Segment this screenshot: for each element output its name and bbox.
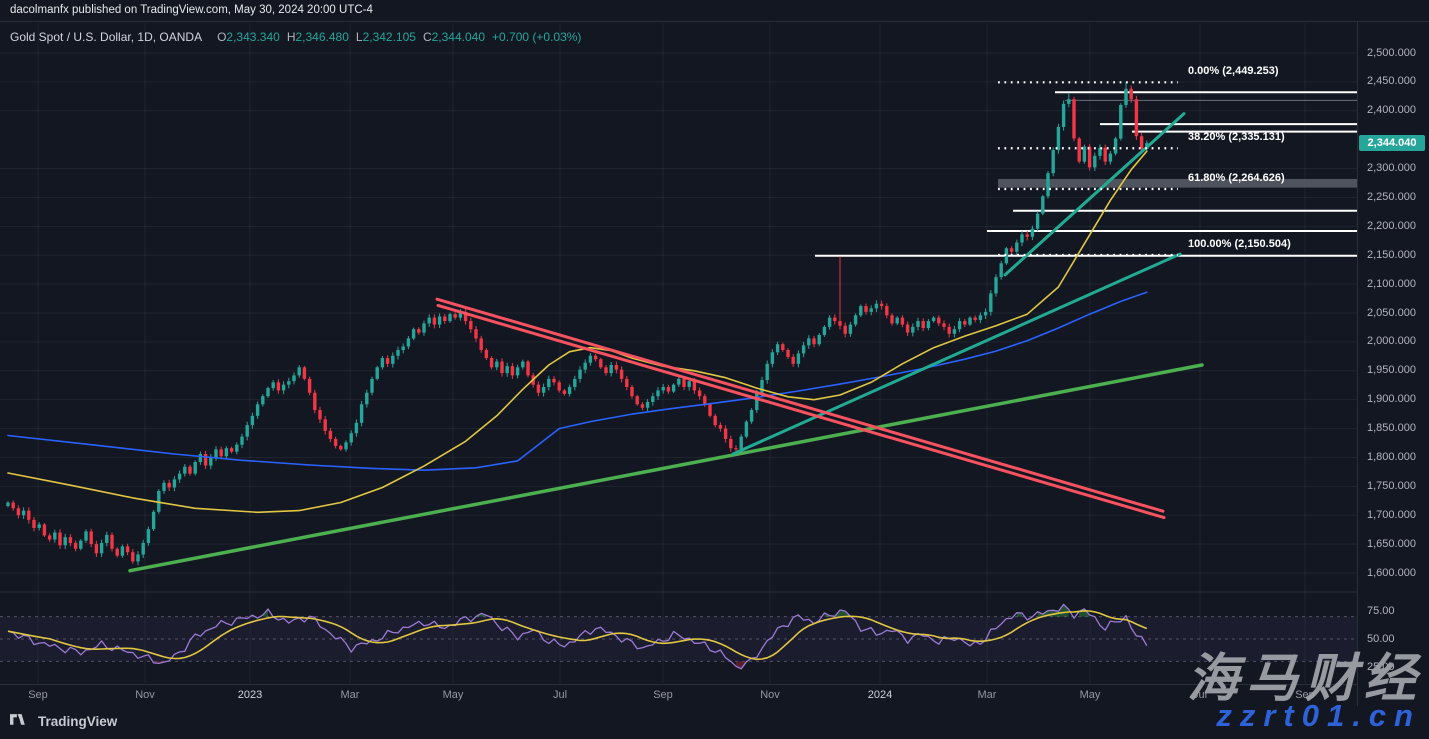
symbol-title: Gold Spot / U.S. Dollar, 1D, OANDA xyxy=(10,30,203,44)
time-axis-month-label: Nov xyxy=(135,689,155,701)
footer-bar: TradingView xyxy=(0,706,1429,739)
fib-label-10000[interactable]: 100.00% (2,150.504) xyxy=(1188,238,1291,250)
time-axis-month-label: Sep xyxy=(28,689,48,701)
candles-layer xyxy=(6,81,1149,566)
time-axis-month-label: Nov xyxy=(760,689,780,701)
time-axis-year-label: 2024 xyxy=(867,689,893,701)
current-price-badge: 2,344.040 xyxy=(1359,135,1425,152)
price-axis-label: 2,200.000 xyxy=(1367,219,1416,232)
open-value: 2,343.340 xyxy=(226,30,280,44)
fib-band-61-8[interactable] xyxy=(998,178,1357,188)
fib-label-000[interactable]: 0.00% (2,449.253) xyxy=(1188,65,1279,77)
price-axis-label: 2,400.000 xyxy=(1367,104,1416,117)
chart-canvas[interactable] xyxy=(0,0,1429,739)
price-axis-label: 1,950.000 xyxy=(1367,364,1416,377)
price-axis-label: 2,250.000 xyxy=(1367,190,1416,203)
time-axis-month-label: Jul xyxy=(1192,689,1208,701)
price-axis-label: 2,000.000 xyxy=(1367,335,1416,348)
rsi-axis-label: 50.00 xyxy=(1367,632,1395,645)
time-axis-month-label: May xyxy=(442,689,464,701)
price-axis-label: 1,600.000 xyxy=(1367,566,1416,579)
time-axis-month-label: Sep xyxy=(1295,689,1315,701)
change-value: +0.700 (+0.03%) xyxy=(492,30,582,44)
price-axis-label: 1,650.000 xyxy=(1367,537,1416,550)
fib-label-3820[interactable]: 38.20% (2,335.131) xyxy=(1188,131,1285,143)
price-axis-label: 1,900.000 xyxy=(1367,393,1416,406)
time-axis-month-label: Mar xyxy=(977,689,997,701)
price-axis-label: 1,700.000 xyxy=(1367,508,1416,521)
rsi-axis-label: 75.00 xyxy=(1367,604,1395,617)
teal-steep-support-trendline[interactable] xyxy=(1003,112,1186,277)
rsi-axis-label: 25.00 xyxy=(1367,660,1395,673)
ma-yellow-line xyxy=(7,150,1148,514)
price-axis-label: 1,750.000 xyxy=(1367,479,1416,492)
time-axis-month-label: Mar xyxy=(340,689,360,701)
brand-name: TradingView xyxy=(38,714,118,729)
time-axis-year-label: 2023 xyxy=(237,689,263,701)
time-axis[interactable]: Sep Nov 2023 Mar May Jul Sep Nov 2024 Mar May Jul Se… xyxy=(0,684,1357,706)
price-axis-label: 2,150.000 xyxy=(1367,248,1416,261)
close-label: C xyxy=(422,30,432,44)
tradingview-snapshot: dacolmanfx published on TradingView.com,… xyxy=(0,0,1429,739)
price-axis-label: 2,450.000 xyxy=(1367,75,1416,88)
close-value: 2,344.040 xyxy=(431,30,486,44)
green-support-trendline[interactable] xyxy=(128,363,1204,573)
time-axis-month-label: Jul xyxy=(552,689,568,701)
red-channel-lower-trendline[interactable] xyxy=(436,303,1166,520)
tradingview-brand[interactable]: TradingView xyxy=(10,714,117,729)
price-axis-label: 1,800.000 xyxy=(1367,450,1416,463)
price-axis[interactable]: 2,500.000 2,450.000 2,400.000 2,300.000 2,25… xyxy=(1357,22,1429,706)
time-axis-month-label: Sep xyxy=(653,689,673,701)
high-value: 2,346.480 xyxy=(295,30,349,44)
low-label: L xyxy=(355,30,363,44)
tradingview-logo-icon xyxy=(10,714,25,725)
red-channel-upper-trendline[interactable] xyxy=(435,297,1165,513)
price-axis-label: 2,100.000 xyxy=(1367,277,1416,290)
time-axis-month-label: May xyxy=(1079,689,1101,701)
price-axis-label: 2,500.000 xyxy=(1367,46,1416,59)
symbol-legend[interactable]: Gold Spot / U.S. Dollar, 1D, OANDA O2,343… xyxy=(10,30,581,44)
fib-label-6180[interactable]: 61.80% (2,264.626) xyxy=(1188,172,1285,184)
price-axis-label: 2,300.000 xyxy=(1367,162,1416,175)
price-axis-label: 1,850.000 xyxy=(1367,422,1416,435)
low-value: 2,342.105 xyxy=(362,30,416,44)
price-axis-label: 2,050.000 xyxy=(1367,306,1416,319)
